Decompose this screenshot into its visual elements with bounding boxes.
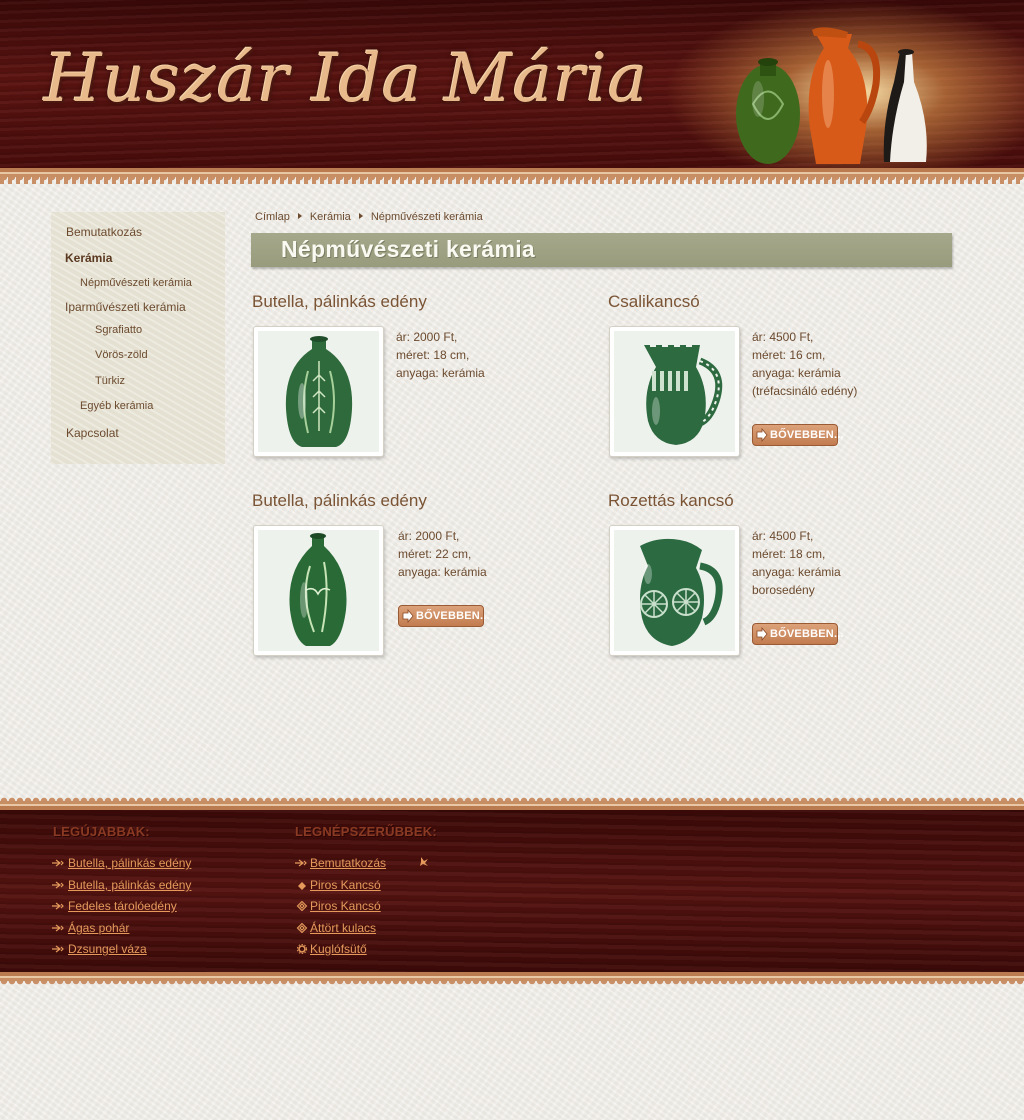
arrow-bullet-icon	[52, 945, 64, 953]
breadcrumb-item-cimlap[interactable]: Címlap	[255, 211, 290, 223]
footer-link-popular[interactable]: Bemutatkozás	[310, 856, 386, 870]
sidebar-item-bemutatkozas[interactable]: Bemutatkozás	[66, 225, 142, 239]
product-card: Csalikancsó ár: 4500 Ft, méret: 16 cm, a…	[607, 292, 947, 472]
product-price: ár: 2000 Ft,	[396, 330, 458, 344]
footer-link-newest[interactable]: Butella, pálinkás edény	[68, 878, 191, 892]
sidebar-item-iparmuveszeti-keramia[interactable]: Iparművészeti kerámia	[65, 300, 186, 314]
product-details: ár: 4500 Ft, méret: 18 cm, anyaga: kerám…	[752, 527, 841, 599]
arrow-right-icon	[402, 609, 414, 623]
breadcrumb-item-current[interactable]: Népművészeti kerámia	[371, 211, 483, 223]
product-details: ár: 2000 Ft, méret: 18 cm, anyaga: kerám…	[396, 328, 485, 382]
arrow-bullet-icon	[295, 859, 307, 867]
footer-link-popular[interactable]: Piros Kancsó	[310, 878, 381, 892]
diamond-bullet-icon	[298, 882, 306, 890]
product-image-frame[interactable]	[609, 326, 740, 457]
arrow-bullet-icon	[52, 881, 64, 889]
site-footer: LEGÚJABBAK: LEGNÉPSZERŰBBEK: Butella, pá…	[0, 810, 1024, 972]
sidebar-item-egyeb-keramia[interactable]: Egyéb kerámia	[80, 400, 153, 412]
product-price: ár: 2000 Ft,	[398, 529, 460, 543]
breadcrumb-separator-icon	[358, 213, 363, 219]
product-material: anyaga: kerámia	[398, 565, 487, 579]
product-details: ár: 2000 Ft, méret: 22 cm, anyaga: kerám…	[398, 527, 487, 581]
sidebar-nav: Bemutatkozás Kerámia Népművészeti kerámi…	[51, 212, 225, 464]
product-image[interactable]	[614, 530, 735, 651]
product-image-frame[interactable]	[609, 525, 740, 656]
sidebar-item-voros-zold[interactable]: Vörös-zöld	[95, 349, 148, 361]
footer-link-newest[interactable]: Fedeles tárolóedény	[68, 899, 177, 913]
breadcrumb: Címlap Kerámia Népművészeti kerámia	[255, 211, 483, 223]
more-button[interactable]: BŐVEBBEN...	[752, 623, 844, 645]
product-image-frame[interactable]	[253, 525, 384, 656]
puzzle-jug-image	[614, 331, 735, 452]
product-size: méret: 18 cm,	[396, 348, 470, 362]
product-image[interactable]	[258, 530, 379, 651]
more-button-label: BŐVEBBEN...	[770, 628, 844, 640]
breadcrumb-item-keramia[interactable]: Kerámia	[310, 211, 351, 223]
product-size: méret: 22 cm,	[398, 547, 472, 561]
product-material: anyaga: kerámia	[396, 366, 485, 380]
product-card: Butella, pálinkás edény ár: 2000 Ft, mér…	[251, 491, 591, 671]
product-image[interactable]	[258, 331, 379, 452]
footer-heading-popular: LEGNÉPSZERŰBBEK:	[295, 824, 437, 839]
product-price: ár: 4500 Ft,	[752, 330, 814, 344]
sparkle-icon	[420, 857, 428, 866]
site-logo[interactable]: Huszár Ida Mária	[44, 24, 647, 134]
product-title[interactable]: Csalikancsó	[608, 292, 700, 312]
page-title: Népművészeti kerámia	[281, 236, 536, 262]
site-header: Huszár Ida Mária	[0, 0, 1024, 168]
footer-link-newest[interactable]: Butella, pálinkás edény	[68, 856, 191, 870]
arrow-right-icon	[756, 428, 768, 442]
footer-link-newest[interactable]: Ágas pohár	[68, 921, 129, 935]
more-button[interactable]: BŐVEBBEN...	[752, 424, 844, 446]
sidebar-item-turkiz[interactable]: Türkiz	[95, 375, 125, 387]
arrow-right-icon	[756, 627, 768, 641]
product-title[interactable]: Rozettás kancsó	[608, 491, 734, 511]
footer-link-newest[interactable]: Dzsungel váza	[68, 942, 147, 956]
bottle-vase-image	[258, 331, 379, 452]
arrow-bullet-icon	[52, 859, 64, 867]
page-title-bar: Népművészeti kerámia	[251, 233, 952, 267]
footer-link-popular[interactable]: Áttört kulacs	[310, 921, 376, 935]
more-button[interactable]: BŐVEBBEN...	[398, 605, 490, 627]
gear-bullet-icon	[296, 944, 308, 954]
product-price: ár: 4500 Ft,	[752, 529, 814, 543]
product-note: borosedény	[752, 583, 815, 597]
diamond-outline-icon	[296, 901, 308, 911]
sidebar-item-nepmuveszeti-keramia[interactable]: Népművészeti kerámia	[80, 277, 192, 289]
product-image-frame[interactable]	[253, 326, 384, 457]
footer-link-popular[interactable]: Piros Kancsó	[310, 899, 381, 913]
product-note: (tréfacsináló edény)	[752, 384, 858, 398]
footer-link-popular[interactable]: Kuglófsütő	[310, 942, 367, 956]
sidebar-item-keramia[interactable]: Kerámia	[65, 251, 112, 265]
footer-heading-newest: LEGÚJABBAK:	[53, 824, 150, 839]
rosette-jug-image	[614, 530, 735, 651]
sidebar-item-kapcsolat[interactable]: Kapcsolat	[66, 426, 119, 440]
product-size: méret: 16 cm,	[752, 348, 826, 362]
product-title[interactable]: Butella, pálinkás edény	[252, 491, 427, 511]
product-title[interactable]: Butella, pálinkás edény	[252, 292, 427, 312]
arrow-bullet-icon	[52, 924, 64, 932]
product-card: Rozettás kancsó ár: 4500 Ft, méret: 18 c…	[607, 491, 947, 671]
arrow-bullet-icon	[52, 902, 64, 910]
diamond-outline-icon	[296, 923, 308, 933]
bottle-vase-image	[258, 530, 379, 651]
more-button-label: BŐVEBBEN...	[416, 610, 490, 622]
product-details: ár: 4500 Ft, méret: 16 cm, anyaga: kerám…	[752, 328, 857, 400]
product-image[interactable]	[614, 331, 735, 452]
more-button-label: BŐVEBBEN...	[770, 429, 844, 441]
footer-border-top	[0, 794, 1024, 810]
header-border	[0, 168, 1024, 184]
vases-illustration	[736, 27, 927, 164]
product-material: anyaga: kerámia	[752, 366, 841, 380]
product-size: méret: 18 cm,	[752, 547, 826, 561]
product-material: anyaga: kerámia	[752, 565, 841, 579]
footer-border-bottom	[0, 972, 1024, 990]
product-card: Butella, pálinkás edény ár: 2000 Ft, mér…	[251, 292, 591, 472]
sidebar-item-sgrafiatto[interactable]: Sgrafiatto	[95, 324, 142, 336]
breadcrumb-separator-icon	[297, 213, 302, 219]
